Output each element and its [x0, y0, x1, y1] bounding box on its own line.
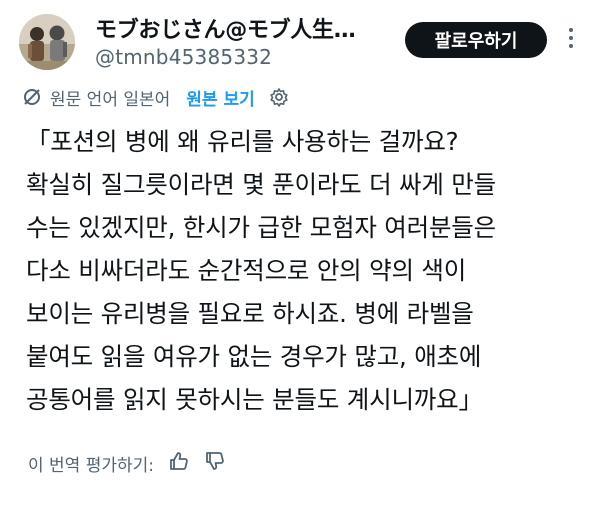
- translation-bar: 원문 언어 일본어 원본 보기: [22, 84, 289, 110]
- tweet-line: 확실히 질그릇이라면 몇 푼이라도 더 싸게 만들: [26, 170, 496, 199]
- follow-button[interactable]: 팔로우하기: [405, 22, 547, 58]
- tweet-line: 보이는 유리병을 필요로 하시죠. 병에 라벨을: [26, 299, 474, 328]
- tweet-text: 「포션의 병에 왜 유리를 사용하는 걸까요? 확실히 질그릇이라면 몇 푼이라…: [26, 120, 586, 421]
- rate-translation-label: 이 번역 평가하기:: [28, 455, 155, 476]
- gear-icon[interactable]: [269, 87, 289, 107]
- tweet-line: 공통어를 읽지 못하시는 분들도 계시니까요」: [26, 385, 483, 414]
- avatar-photo: [19, 14, 75, 70]
- tweet-line: 「포션의 병에 왜 유리를 사용하는 걸까요?: [26, 127, 459, 156]
- thumbs-down-icon[interactable]: [204, 450, 226, 477]
- source-language-label: 원문 언어 일본어: [50, 89, 171, 110]
- more-vertical-icon[interactable]: [562, 26, 580, 50]
- tweet-line: 붙여도 읽을 여유가 없는 경우가 많고, 애초에: [26, 342, 482, 371]
- translate-slash-icon: [22, 87, 42, 107]
- show-original-link[interactable]: 원본 보기: [186, 85, 254, 110]
- user-handle[interactable]: @tmnb45385332: [95, 45, 272, 69]
- tweet-header: モブおじさん@モブ人生… @tmnb45385332 팔로우하기: [0, 0, 600, 80]
- translation-rating: 이 번역 평가하기:: [28, 450, 226, 476]
- display-name[interactable]: モブおじさん@モブ人生…: [95, 12, 355, 44]
- thumbs-up-icon[interactable]: [168, 450, 190, 477]
- tweet-line: 수는 있겠지만, 한시가 급한 모험자 여러분들은: [26, 213, 496, 242]
- avatar[interactable]: [19, 14, 75, 70]
- tweet-line: 다소 비싸더라도 순간적으로 안의 약의 색이: [26, 256, 467, 285]
